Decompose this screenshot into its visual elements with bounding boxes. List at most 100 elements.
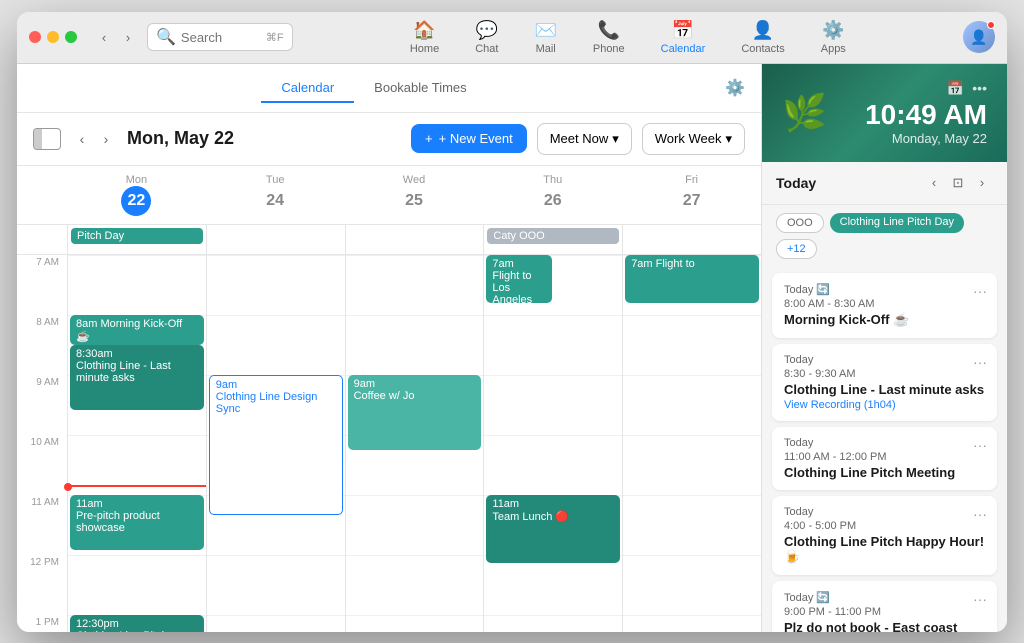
all-day-event-pitch-day[interactable]: Pitch Day bbox=[71, 228, 203, 244]
day-col-mon: 8am Morning Kick-Off ☕ 8:30amClothing Li… bbox=[67, 255, 206, 632]
event-3-title: Clothing Line Pitch Meeting bbox=[784, 465, 985, 480]
nav-phone[interactable]: 📞 Phone bbox=[585, 16, 633, 59]
right-panel: 🌿 📅 ••• 10:49 AM Monday, May 22 Today ‹ bbox=[762, 64, 1007, 632]
search-bar[interactable]: 🔍 ⌘F bbox=[147, 23, 293, 51]
more-icon[interactable]: ••• bbox=[972, 80, 987, 96]
phone-icon: 📞 bbox=[598, 20, 620, 41]
nav-contacts-label: Contacts bbox=[741, 43, 784, 55]
event-team-lunch[interactable]: 11amTeam Lunch 🔴 bbox=[486, 495, 620, 563]
event-2-more-button[interactable]: ··· bbox=[973, 354, 987, 370]
today-badges: OOO Clothing Line Pitch Day +12 bbox=[762, 205, 1007, 267]
event-5-more-button[interactable]: ··· bbox=[973, 591, 987, 607]
search-input[interactable] bbox=[181, 30, 261, 45]
event-flight-thu[interactable]: 7amFlight to Los Angeles bbox=[486, 255, 552, 303]
day-col-tue: 9amClothing Line Design Sync bbox=[206, 255, 345, 632]
today-event-5[interactable]: ··· Today 🔄 9:00 PM - 11:00 PM Plz do no… bbox=[772, 581, 997, 632]
search-icon: 🔍 bbox=[156, 27, 176, 47]
today-event-2[interactable]: ··· Today 8:30 - 9:30 AM Clothing Line -… bbox=[772, 344, 997, 421]
event-flight-fri[interactable]: 7am Flight to bbox=[625, 255, 759, 303]
today-view-button[interactable]: ⊡ bbox=[947, 172, 969, 194]
event-coffee-jo[interactable]: 9amCoffee w/ Jo bbox=[348, 375, 482, 450]
badge-count[interactable]: +12 bbox=[776, 239, 817, 259]
nav-chat[interactable]: 💬 Chat bbox=[467, 16, 506, 59]
badge-clothing-pitch[interactable]: Clothing Line Pitch Day bbox=[830, 213, 964, 233]
event-1-more-button[interactable]: ··· bbox=[973, 283, 987, 299]
time-12pm: 12 PM bbox=[17, 555, 67, 615]
nav-calendar-label: Calendar bbox=[661, 43, 706, 55]
clock-section: 🌿 📅 ••• 10:49 AM Monday, May 22 bbox=[762, 64, 1007, 162]
today-events: ··· Today 🔄 8:00 AM - 8:30 AM Morning Ki… bbox=[762, 267, 1007, 632]
all-day-tue bbox=[206, 225, 345, 254]
nav-home-label: Home bbox=[410, 43, 439, 55]
event-clothing-design-sync[interactable]: 9amClothing Line Design Sync bbox=[209, 375, 343, 515]
event-1-time: 8:00 AM - 8:30 AM bbox=[784, 298, 985, 310]
event-3-more-button[interactable]: ··· bbox=[973, 437, 987, 453]
sidebar-toggle[interactable] bbox=[33, 128, 61, 150]
minimize-button[interactable] bbox=[47, 31, 59, 43]
event-morning-kickoff[interactable]: 8am Morning Kick-Off ☕ bbox=[70, 315, 204, 345]
calendar-area: Calendar Bookable Times ⚙️ ‹ › Mon, May … bbox=[17, 64, 762, 632]
today-next-button[interactable]: › bbox=[971, 172, 993, 194]
close-button[interactable] bbox=[29, 31, 41, 43]
event-clothing-pitch-meeting-mon[interactable]: 12:30pmClothing Line Pitch Meeting bbox=[70, 615, 204, 632]
prev-period-button[interactable]: ‹ bbox=[71, 128, 93, 150]
event-2-subtitle[interactable]: View Recording (1h04) bbox=[784, 399, 985, 411]
nav-mail-label: Mail bbox=[536, 43, 556, 55]
event-3-time: 11:00 AM - 12:00 PM bbox=[784, 451, 985, 463]
meet-now-label: Meet Now bbox=[550, 131, 609, 146]
traffic-lights bbox=[29, 31, 77, 43]
plus-icon: + bbox=[425, 131, 433, 146]
calendar-icon-top[interactable]: 📅 bbox=[947, 80, 964, 97]
event-5-title: Plz do not book - East coast time bbox=[784, 620, 985, 632]
avatar-initials: 👤 bbox=[970, 29, 987, 46]
days-header: Mon 22 Tue 24 Wed 25 Thu 26 bbox=[17, 166, 761, 225]
next-period-button[interactable]: › bbox=[95, 128, 117, 150]
event-clothing-line-asks[interactable]: 8:30amClothing Line - Last minute asks bbox=[70, 345, 204, 410]
maximize-button[interactable] bbox=[65, 31, 77, 43]
event-2-time-label: Today bbox=[784, 354, 985, 366]
today-event-1[interactable]: ··· Today 🔄 8:00 AM - 8:30 AM Morning Ki… bbox=[772, 273, 997, 338]
current-time-dot bbox=[64, 483, 72, 491]
today-event-4[interactable]: ··· Today 4:00 - 5:00 PM Clothing Line P… bbox=[772, 496, 997, 575]
avatar[interactable]: 👤 bbox=[963, 21, 995, 53]
titlebar: ‹ › 🔍 ⌘F 🏠 Home 💬 Chat ✉️ Mail 📞 Phone bbox=[17, 12, 1007, 64]
tab-bookable[interactable]: Bookable Times bbox=[354, 74, 487, 103]
today-prev-button[interactable]: ‹ bbox=[923, 172, 945, 194]
meet-now-button[interactable]: Meet Now ▾ bbox=[537, 123, 632, 155]
event-4-time: 4:00 - 5:00 PM bbox=[784, 520, 985, 532]
nav-apps[interactable]: ⚙️ Apps bbox=[813, 16, 854, 59]
work-week-button[interactable]: Work Week ▾ bbox=[642, 123, 745, 155]
apps-icon: ⚙️ bbox=[822, 20, 844, 41]
contacts-icon: 👤 bbox=[752, 20, 774, 41]
nav-mail[interactable]: ✉️ Mail bbox=[526, 16, 564, 59]
settings-button[interactable]: ⚙️ bbox=[725, 78, 745, 98]
clock-time: 10:49 AM bbox=[839, 101, 987, 129]
nav-home[interactable]: 🏠 Home bbox=[402, 16, 447, 59]
all-day-wed bbox=[345, 225, 484, 254]
tab-calendar[interactable]: Calendar bbox=[261, 74, 354, 103]
today-sidebar: Today ‹ ⊡ › OOO Clothing Line Pitch Day … bbox=[762, 162, 1007, 632]
back-button[interactable]: ‹ bbox=[93, 26, 115, 48]
forward-button[interactable]: › bbox=[117, 26, 139, 48]
time-7am: 7 AM bbox=[17, 255, 67, 315]
event-4-more-button[interactable]: ··· bbox=[973, 506, 987, 522]
today-event-3[interactable]: ··· Today 11:00 AM - 12:00 PM Clothing L… bbox=[772, 427, 997, 490]
calendar-icon: 📅 bbox=[672, 20, 694, 41]
time-1pm: 1 PM bbox=[17, 615, 67, 632]
nav-contacts[interactable]: 👤 Contacts bbox=[733, 16, 792, 59]
current-time-line bbox=[68, 485, 206, 487]
day-header-tue: Tue 24 bbox=[206, 166, 345, 224]
day-header-wed: Wed 25 bbox=[345, 166, 484, 224]
badge-ooo[interactable]: OOO bbox=[776, 213, 824, 233]
new-event-button[interactable]: + + New Event bbox=[411, 124, 527, 153]
nav-calendar[interactable]: 📅 Calendar bbox=[653, 16, 714, 59]
all-day-fri bbox=[622, 225, 761, 254]
time-grid: 7 AM 8 AM 9 AM 10 AM 11 AM 12 PM 1 PM 2 … bbox=[17, 255, 761, 632]
day-col-fri: 7am Flight to bbox=[622, 255, 761, 632]
plant-icon: 🌿 bbox=[782, 92, 827, 134]
app-window: ‹ › 🔍 ⌘F 🏠 Home 💬 Chat ✉️ Mail 📞 Phone bbox=[17, 12, 1007, 632]
calendar-grid: Mon 22 Tue 24 Wed 25 Thu 26 bbox=[17, 166, 761, 632]
all-day-event-caty-ooo[interactable]: Caty OOO bbox=[487, 228, 619, 244]
new-event-label: + New Event bbox=[439, 131, 513, 146]
event-prepitch[interactable]: 11amPre-pitch product showcase bbox=[70, 495, 204, 550]
